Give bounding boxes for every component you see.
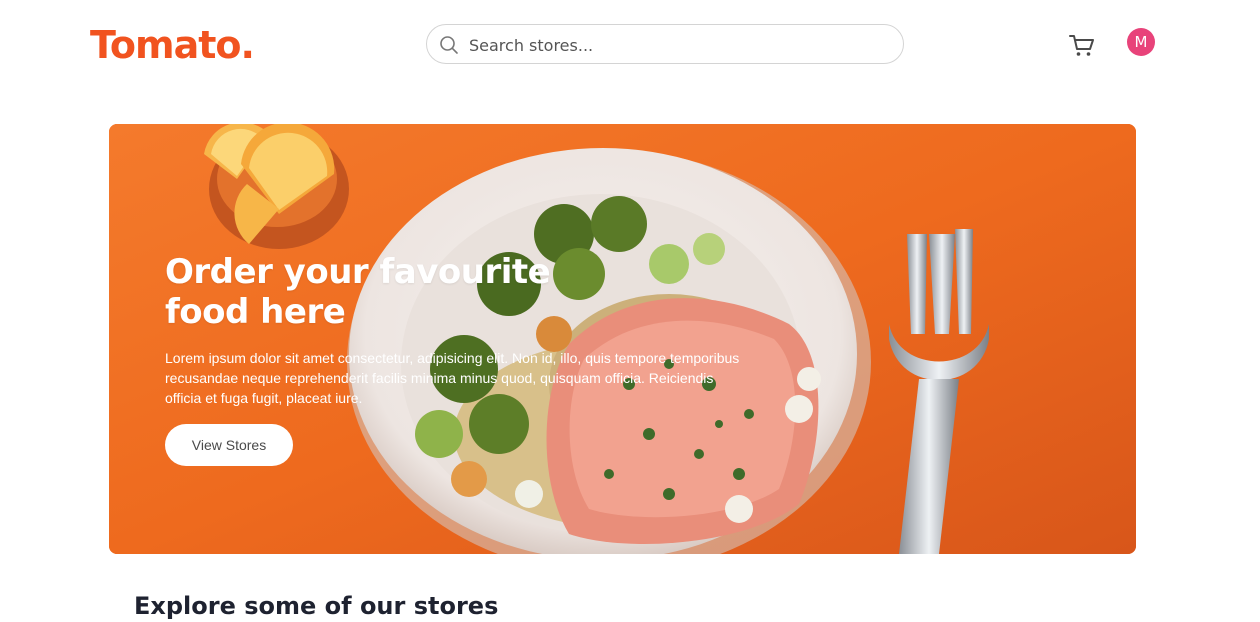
hero-title: Order your favourite food here xyxy=(165,252,551,332)
hero-description: Lorem ipsum dolor sit amet consectetur, … xyxy=(165,350,740,406)
avatar[interactable]: M xyxy=(1127,28,1155,56)
search-bar[interactable] xyxy=(426,24,904,64)
stores-section-heading: Explore some of our stores xyxy=(134,592,499,620)
cart-icon[interactable] xyxy=(1068,32,1096,60)
logo[interactable]: Tomato. xyxy=(90,20,255,70)
hero-banner: Order your favourite food here Lorem ips… xyxy=(109,124,1136,554)
search-input[interactable] xyxy=(467,31,891,59)
view-stores-button[interactable]: View Stores xyxy=(165,424,293,466)
navbar: Tomato. M xyxy=(0,0,1260,90)
hero-food-image xyxy=(109,124,1136,554)
search-icon xyxy=(440,36,458,54)
